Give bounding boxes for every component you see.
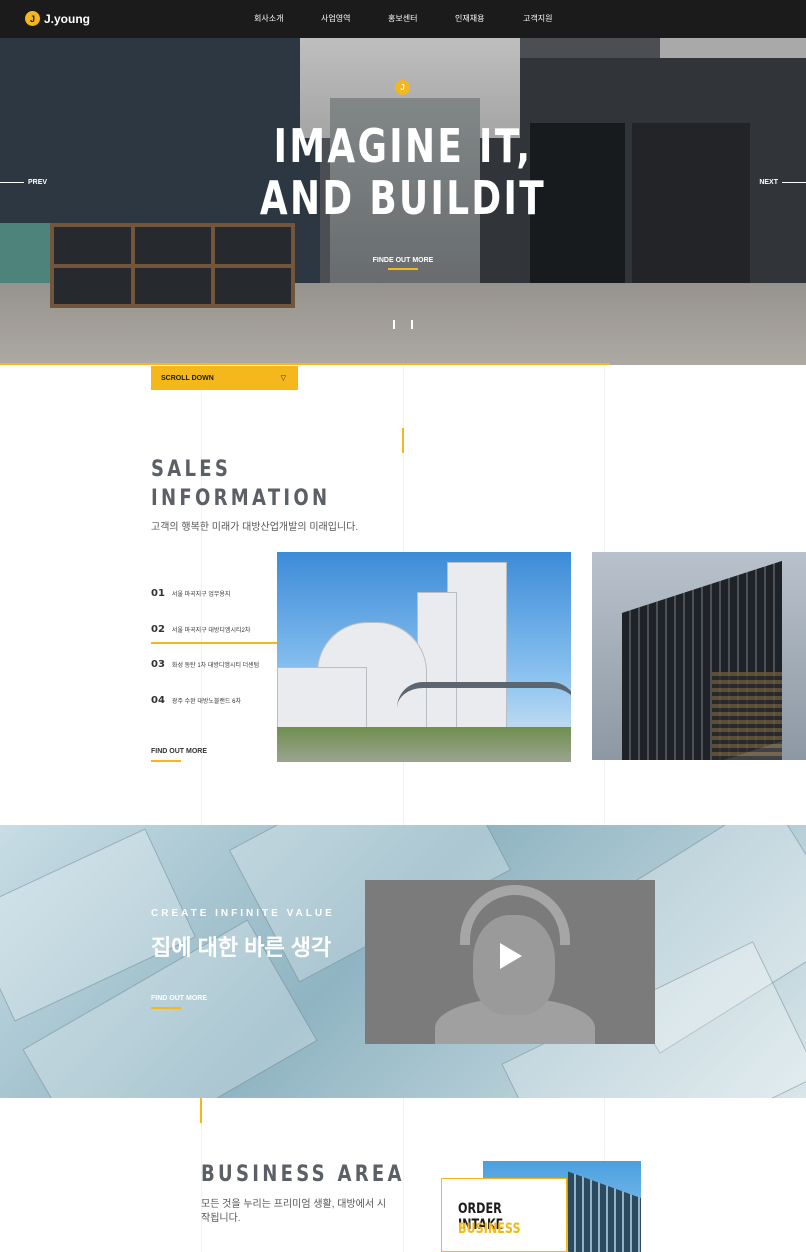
video-cta-underline <box>151 1007 181 1009</box>
hero-badge-icon: J <box>395 80 410 95</box>
sales-list-text: 광주 수완 대방노블랜드 6차 <box>171 699 241 705</box>
sales-find-out-more-link[interactable]: FIND OUT MORE <box>151 748 207 755</box>
sales-list-text: 서울 마곡지구 업무용지 <box>171 592 231 598</box>
sales-cta-underline <box>151 760 181 762</box>
sales-list-item[interactable]: 04 광주 수완 대방노블랜드 6차 <box>151 695 241 706</box>
sales-list-number: 01 <box>151 588 165 599</box>
sales-title-line: INFORMATION <box>151 486 331 511</box>
hero-cta-underline <box>388 268 418 270</box>
play-icon[interactable] <box>500 943 522 969</box>
video-player[interactable] <box>365 880 655 1044</box>
hero-slider: J IMAGINE IT, AND BUILDIT FINDE OUT MORE… <box>0 38 806 365</box>
scroll-down-button[interactable]: SCROLL DOWN ▽ <box>151 366 298 390</box>
sales-title: SALES INFORMATION <box>151 455 330 513</box>
hero-title-line: AND BUILDIT <box>259 171 547 225</box>
chevron-down-icon: ▽ <box>280 375 286 382</box>
building-tower <box>568 1171 641 1252</box>
sales-list-item-active[interactable]: 02 서울 마곡지구 대방디엠시티2차 <box>151 624 250 635</box>
sales-list-number: 02 <box>151 624 165 635</box>
arrow-left-icon <box>0 182 24 183</box>
hero-title: IMAGINE IT, AND BUILDIT <box>247 120 559 224</box>
video-find-out-more-link[interactable]: FIND OUT MORE <box>151 995 207 1002</box>
next-label: NEXT <box>759 179 778 186</box>
section-marker <box>402 428 404 453</box>
hero-prev-button[interactable]: PREV <box>0 179 47 186</box>
sales-list-text: 서울 마곡지구 대방디엠시티2차 <box>171 628 251 634</box>
logo-mark-icon: J <box>25 11 40 26</box>
business-card-order-intake[interactable]: ORDER INTAKE BUSINESS <box>441 1178 567 1252</box>
building-bridge <box>397 682 571 708</box>
nav-item-business[interactable]: 사업영역 <box>321 13 350 24</box>
logo-text: J.young <box>44 11 91 26</box>
sales-list-item[interactable]: 01 서울 마곡지구 업무용지 <box>151 588 230 599</box>
sales-image-building-2[interactable] <box>592 552 806 760</box>
scroll-down-label: SCROLL DOWN <box>161 374 214 382</box>
business-subtitle: 모든 것을 누리는 프리미엄 생활, 대방에서 시작됩니다. <box>201 1199 387 1224</box>
hero-pager-bullet[interactable] <box>411 320 413 329</box>
site-header: J J.young 회사소개 사업영역 홍보센터 인재채용 고객지원 <box>0 0 806 38</box>
sales-list-number: 04 <box>151 695 165 706</box>
nav-item-careers[interactable]: 인재채용 <box>455 13 484 24</box>
sales-list-number: 03 <box>151 659 165 670</box>
sales-image-building-1[interactable] <box>277 552 571 762</box>
building-ground <box>277 727 571 762</box>
sales-list-text: 화성 동탄 1차 대방디엠시티 더센텀 <box>171 663 260 669</box>
arrow-right-icon <box>782 182 806 183</box>
business-title: BUSINESS AREA <box>201 1162 405 1187</box>
nav-item-pr-center[interactable]: 홍보센터 <box>388 13 417 24</box>
hero-pager-bullet[interactable] <box>393 320 395 329</box>
hero-next-button[interactable]: NEXT <box>759 179 806 186</box>
nav-item-company[interactable]: 회사소개 <box>254 13 283 24</box>
prev-label: PREV <box>28 179 48 186</box>
nav-item-support[interactable]: 고객지원 <box>523 13 552 24</box>
business-card-subtitle: BUSINESS <box>458 1221 521 1237</box>
building-windows <box>712 672 782 760</box>
video-section-title: 집에 대한 바른 생각 <box>151 935 332 960</box>
sales-subtitle: 고객의 행복한 미래가 대방산업개발의 미래입니다. <box>151 522 359 533</box>
sales-list-item[interactable]: 03 화성 동탄 1차 대방디엠시티 더센텀 <box>151 659 259 670</box>
hero-progress-bar <box>0 363 610 365</box>
logo[interactable]: J J.young <box>25 11 90 26</box>
section-marker <box>200 1098 202 1123</box>
hero-find-out-more-link[interactable]: FINDE OUT MORE <box>353 257 453 264</box>
sales-title-line: SALES <box>151 457 232 482</box>
video-section-label: CREATE INFINITE VALUE <box>151 908 335 919</box>
hero-title-line: IMAGINE IT, <box>273 119 533 173</box>
